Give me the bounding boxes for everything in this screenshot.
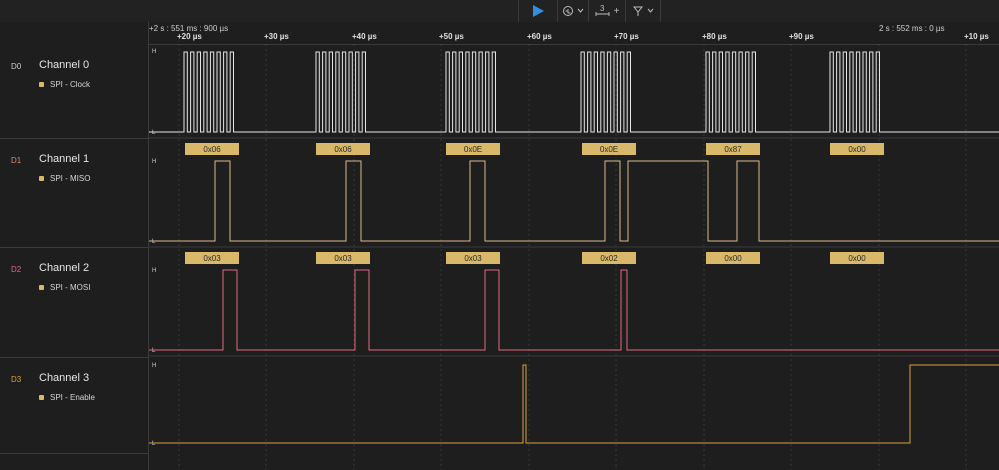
analyzer-color-dot <box>39 285 44 290</box>
ruler-tick: +40 µs <box>352 32 377 41</box>
decoded-byte-badge[interactable]: 0x00 <box>706 252 760 264</box>
miso-waveform <box>149 160 999 242</box>
decoded-byte-badge[interactable]: 0x0E <box>446 143 500 155</box>
byte-value: 0x87 <box>724 145 742 154</box>
play-icon <box>533 5 544 17</box>
analyzer-label: SPI - Clock <box>39 80 90 89</box>
byte-value: 0x06 <box>203 145 221 154</box>
level-low-label: L <box>152 348 156 354</box>
analyzer-name: SPI - Enable <box>50 393 95 402</box>
byte-value: 0x0E <box>600 145 618 154</box>
analyzer-color-dot <box>39 395 44 400</box>
row-separators <box>149 137 999 357</box>
time-ruler[interactable]: +2 s : 551 ms : 900 µs 2 s : 552 ms : 0 … <box>149 22 999 45</box>
analyzer-label: SPI - MOSI <box>39 283 90 292</box>
ruler-tick: +30 µs <box>264 32 289 41</box>
capture-controls: 3 + <box>518 0 661 22</box>
decoded-byte-badge[interactable]: 0x00 <box>830 252 884 264</box>
level-labels: H L H L H L H L <box>152 49 156 447</box>
analyzer-color-dot <box>39 82 44 87</box>
trigger-button[interactable] <box>558 0 589 22</box>
byte-value: 0x00 <box>848 145 866 154</box>
analyzer-color-dot <box>39 176 44 181</box>
channel-id: D3 <box>11 375 22 384</box>
channel-sidebar: D0 Channel 0 SPI - Clock D1 Channel 1 SP… <box>0 22 149 470</box>
decoded-byte-badge[interactable]: 0x00 <box>830 143 884 155</box>
decoded-byte-badge[interactable]: 0x02 <box>582 252 636 264</box>
add-measurement-icon: + <box>613 5 620 17</box>
chevron-down-icon <box>647 8 654 13</box>
start-capture-button[interactable] <box>519 0 558 22</box>
analyzer-name: SPI - Clock <box>50 80 91 89</box>
byte-value: 0x0E <box>464 145 482 154</box>
ruler-end-time: 2 s : 552 ms : 0 µs <box>879 24 945 33</box>
byte-value: 0x03 <box>464 254 482 263</box>
chevron-down-icon <box>577 8 584 13</box>
ruler-tick: +80 µs <box>702 32 727 41</box>
enable-waveform <box>149 364 999 444</box>
level-high-label: H <box>152 49 156 55</box>
decoded-byte-badge[interactable]: 0x03 <box>185 252 239 264</box>
channel-row-3[interactable]: D3 Channel 3 SPI - Enable <box>0 357 148 454</box>
ruler-tick: +90 µs <box>789 32 814 41</box>
top-toolbar: 3 + <box>0 0 999 23</box>
mosi-waveform <box>149 269 999 351</box>
level-high-label: H <box>152 363 156 369</box>
level-low-label: L <box>152 441 156 447</box>
ruler-tick: +20 µs <box>177 32 202 41</box>
measure-count: 3 <box>600 4 605 13</box>
byte-value: 0x00 <box>848 254 866 263</box>
ruler-tick: +60 µs <box>527 32 552 41</box>
decoded-bytes: 0x06 0x06 0x0E 0x0E 0x87 0x00 0x03 0x03 0x03 0x02… <box>185 143 884 264</box>
measurements-button[interactable]: 3 + <box>589 0 626 22</box>
ruler-tick: +10 µs <box>964 32 989 41</box>
level-high-label: H <box>152 268 156 274</box>
channel-name[interactable]: Channel 0 <box>39 59 89 71</box>
waveform-area[interactable]: H L H L H L H L 0x06 0x06 0x0E 0x0E 0x87 0x00… <box>149 44 999 470</box>
decoded-byte-badge[interactable]: 0x87 <box>706 143 760 155</box>
byte-value: 0x03 <box>203 254 221 263</box>
level-high-label: H <box>152 159 156 165</box>
byte-value: 0x02 <box>600 254 618 263</box>
marker-button[interactable] <box>626 0 661 22</box>
ruler-tick: +50 µs <box>439 32 464 41</box>
decoded-byte-badge[interactable]: 0x03 <box>446 252 500 264</box>
decoded-byte-badge[interactable]: 0x0E <box>582 143 636 155</box>
channel-row-0[interactable]: D0 Channel 0 SPI - Clock <box>0 44 148 139</box>
channel-id: D0 <box>11 62 22 71</box>
level-low-label: L <box>152 130 156 136</box>
channel-id: D2 <box>11 265 22 274</box>
level-low-label: L <box>152 239 156 245</box>
analyzer-label: SPI - Enable <box>39 393 95 402</box>
analyzer-name: SPI - MOSI <box>50 283 91 292</box>
analyzer-name: SPI - MISO <box>50 174 91 183</box>
channel-row-2[interactable]: D2 Channel 2 SPI - MOSI <box>0 247 148 358</box>
ruler-tick: +70 µs <box>614 32 639 41</box>
byte-value: 0x03 <box>334 254 352 263</box>
timing-marker-icon: 3 <box>595 4 610 16</box>
channel-name[interactable]: Channel 1 <box>39 153 89 165</box>
decoded-byte-badge[interactable]: 0x06 <box>185 143 239 155</box>
byte-value: 0x00 <box>724 254 742 263</box>
channel-name[interactable]: Channel 2 <box>39 262 89 274</box>
channel-name[interactable]: Channel 3 <box>39 372 89 384</box>
flag-marker-icon <box>632 6 644 16</box>
trigger-icon <box>563 6 573 16</box>
channel-row-1[interactable]: D1 Channel 1 SPI - MISO <box>0 138 148 248</box>
decoded-byte-badge[interactable]: 0x03 <box>316 252 370 264</box>
analyzer-label: SPI - MISO <box>39 174 90 183</box>
clock-waveform <box>149 51 999 133</box>
decoded-byte-badge[interactable]: 0x06 <box>316 143 370 155</box>
byte-value: 0x06 <box>334 145 352 154</box>
channel-id: D1 <box>11 156 22 165</box>
